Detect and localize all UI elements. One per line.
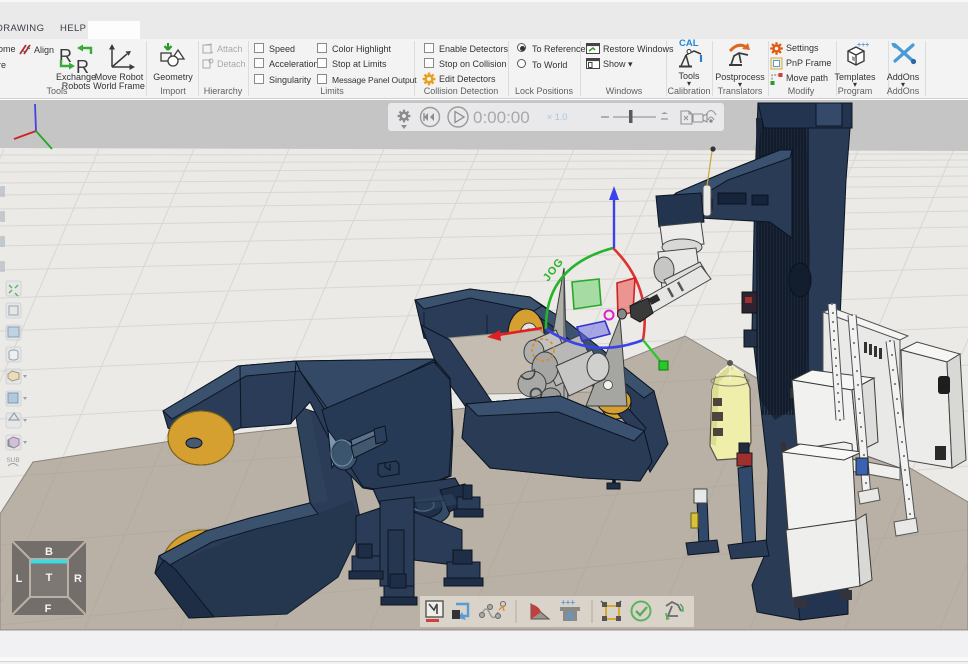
svg-text:T: T xyxy=(46,572,53,584)
svg-text:SUB: SUB xyxy=(6,457,19,464)
svg-text:× 1.0: × 1.0 xyxy=(547,112,567,122)
svg-text:+++: +++ xyxy=(561,598,575,607)
svg-text:F: F xyxy=(45,603,52,615)
svg-text:0:00:00: 0:00:00 xyxy=(473,108,530,127)
svg-text:L: L xyxy=(16,573,23,585)
svg-text:A: A xyxy=(566,609,575,623)
svg-text:B: B xyxy=(45,546,53,558)
svg-text:R: R xyxy=(74,573,82,585)
